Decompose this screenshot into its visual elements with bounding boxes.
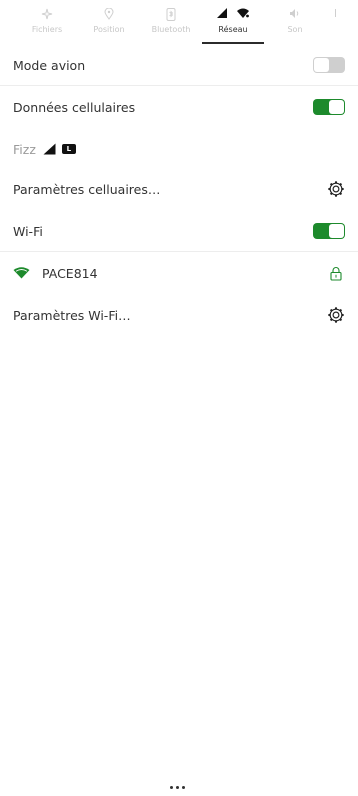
drag-handle[interactable] — [170, 786, 185, 789]
files-icon — [16, 8, 78, 20]
toggle-knob — [329, 100, 344, 114]
wifi-network-ssid: PACE814 — [42, 265, 98, 281]
volume-icon — [264, 8, 326, 19]
cellular-data-row[interactable]: Données cellulaires — [0, 86, 358, 128]
wifi-network-item[interactable]: PACE814 — [0, 252, 358, 294]
tab-sound-label: Son — [287, 25, 303, 34]
gear-icon — [328, 307, 344, 323]
wifi-toggle[interactable] — [313, 223, 345, 239]
gear-icon — [328, 181, 344, 197]
wifi-signal-icon — [13, 267, 30, 279]
dot — [176, 786, 179, 789]
toggle-knob — [329, 224, 344, 238]
location-pin-icon — [78, 8, 140, 20]
dot — [182, 786, 185, 789]
carrier-name: Fizz — [13, 141, 36, 157]
wifi-settings-row[interactable]: Paramètres Wi-Fi… — [0, 294, 358, 336]
tab-network[interactable]: Réseau — [202, 0, 264, 44]
bluetooth-icon — [140, 8, 202, 21]
wifi-label: Wi-Fi — [13, 223, 43, 239]
cellular-data-toggle[interactable] — [313, 99, 345, 115]
tab-files-label: Fichiers — [31, 25, 63, 34]
lock-icon — [330, 266, 342, 281]
cellular-signal-icon — [217, 8, 227, 18]
tab-sound[interactable]: Son — [264, 0, 326, 44]
more-tab-icon — [326, 8, 346, 18]
cellular-data-label: Données cellulaires — [13, 99, 136, 115]
tab-bluetooth-label: Bluetooth — [151, 25, 191, 34]
airplane-mode-row[interactable]: Mode avion — [0, 44, 358, 86]
toggle-knob — [314, 58, 329, 72]
cellular-settings-label: Paramètres celluaires… — [13, 181, 161, 197]
wifi-settings-label: Paramètres Wi-Fi… — [13, 307, 131, 323]
network-icon — [202, 8, 264, 19]
network-type-badge: L — [61, 144, 76, 154]
carrier-row: Fizz L — [0, 128, 358, 170]
airplane-mode-toggle[interactable] — [313, 57, 345, 73]
dot — [170, 786, 173, 789]
tab-more[interactable] — [326, 0, 346, 44]
wifi-row[interactable]: Wi-Fi — [0, 210, 358, 252]
tab-network-label: Réseau — [218, 25, 248, 34]
tab-bluetooth[interactable]: Bluetooth — [140, 0, 202, 44]
tab-position[interactable]: Position — [78, 0, 140, 44]
cellular-settings-row[interactable]: Paramètres celluaires… — [0, 168, 358, 210]
airplane-mode-label: Mode avion — [13, 57, 86, 73]
indicator-tabs: Fichiers Position Bluetooth Réseau Son — [0, 0, 358, 44]
wifi-icon — [237, 8, 250, 18]
tab-files[interactable]: Fichiers — [16, 0, 78, 44]
tab-position-label: Position — [93, 25, 125, 34]
cellular-signal-icon — [43, 143, 56, 155]
